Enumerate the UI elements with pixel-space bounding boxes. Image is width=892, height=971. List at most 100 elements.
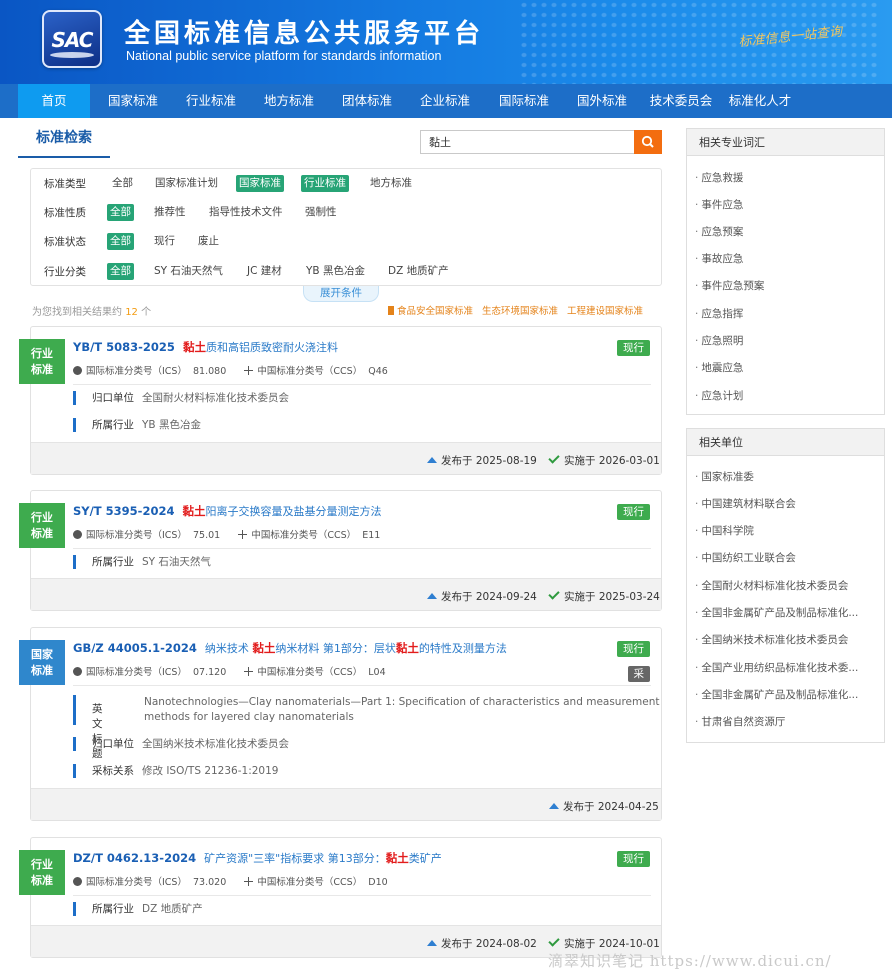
related-term[interactable]: 事件应急 (695, 197, 875, 212)
card-footer: 发布于 2025-08-19 实施于 2026-03-01 (31, 442, 661, 474)
main-nav: 首页 国家标准 行业标准 地方标准 团体标准 企业标准 国际标准 国外标准 技术… (0, 84, 892, 118)
related-term[interactable]: 应急计划 (695, 388, 875, 403)
publish-text: 发布于 2024-08-02 (441, 938, 537, 950)
related-term[interactable]: 地震应急 (695, 360, 875, 375)
filter-option[interactable]: 推荐性 (151, 204, 189, 221)
sac-logo[interactable]: SAC (42, 10, 102, 68)
nav-tech-committee[interactable]: 技术委员会 (642, 84, 720, 118)
filter-option[interactable]: SY 石油天然气 (151, 263, 226, 280)
related-unit[interactable]: 甘肃省自然资源厅 (695, 714, 875, 729)
filter-option-selected[interactable]: 全部 (107, 263, 134, 280)
related-unit[interactable]: 国家标准委 (695, 469, 875, 484)
world-map-decoration (520, 0, 880, 84)
filter-option[interactable]: 地方标准 (367, 175, 415, 192)
related-terms-panel: 相关专业词汇 应急救援 事件应急 应急预案 事故应急 事件应急预案 应急指挥 应… (686, 128, 885, 415)
result-count: 为您找到相关结果约 12 个 (32, 303, 151, 318)
filter-option[interactable]: 指导性技术文件 (206, 204, 286, 221)
related-term[interactable]: 事故应急 (695, 251, 875, 266)
related-term[interactable]: 事件应急预案 (695, 278, 875, 293)
quick-link-env[interactable]: 生态环境国家标准 (482, 303, 558, 317)
implement-text: 实施于 2024-10-01 (564, 938, 660, 950)
status-badge: 现行 (617, 851, 650, 867)
nav-local[interactable]: 地方标准 (252, 84, 326, 118)
standard-type-badge: 国家 标准 (19, 640, 65, 685)
globe-icon (73, 667, 82, 676)
related-term[interactable]: 应急救援 (695, 170, 875, 185)
divider (73, 548, 651, 549)
related-term[interactable]: 应急指挥 (695, 306, 875, 321)
classification-meta: 国际标准分类号（ICS） 75.01 中国标准分类号（CCS） E11 (73, 527, 380, 541)
filter-option[interactable]: JC 建材 (244, 263, 285, 280)
related-unit[interactable]: 中国建筑材料联合会 (695, 496, 875, 511)
filter-option[interactable]: 现行 (151, 233, 178, 250)
ics-label: 国际标准分类号（ICS） (86, 667, 187, 678)
filter-option-selected[interactable]: 全部 (107, 233, 134, 250)
related-unit[interactable]: 全国非金属矿产品及制品标准化... (695, 605, 875, 620)
ccs-label: 中国标准分类号（CCS） (257, 667, 363, 678)
result-number: 12 (125, 307, 138, 318)
expand-filters-button[interactable]: 展开条件 (303, 286, 379, 302)
nav-industry[interactable]: 行业标准 (174, 84, 248, 118)
card-footer: 发布于 2024-09-24 实施于 2025-03-24 (31, 578, 661, 610)
detail-row-owner: 归口单位 全国纳米技术标准化技术委员会 (73, 737, 289, 751)
standard-title-link[interactable]: GB/Z 44005.1-2024 纳米技术 黏土纳米材料 第1部分：层状黏土的… (73, 640, 507, 656)
related-unit[interactable]: 全国非金属矿产品及制品标准化... (695, 687, 875, 702)
search-input[interactable] (420, 130, 634, 154)
detail-key: 归口单位 (92, 392, 134, 404)
detail-key: 所属行业 (92, 556, 134, 568)
filter-option[interactable]: DZ 地质矿产 (385, 263, 452, 280)
related-unit[interactable]: 全国耐火材料标准化技术委员会 (695, 578, 875, 593)
related-unit[interactable]: 全国纳米技术标准化技术委员会 (695, 632, 875, 647)
detail-value: 全国纳米技术标准化技术委员会 (142, 738, 289, 750)
filter-option[interactable]: 强制性 (302, 204, 340, 221)
nav-international[interactable]: 国际标准 (486, 84, 562, 118)
standard-title-link[interactable]: YB/T 5083-2025 黏土质和高铝质致密耐火浇注料 (73, 339, 338, 355)
detail-key: 所属行业 (92, 419, 134, 431)
standard-title-link[interactable]: SY/T 5395-2024 黏土阳离子交换容量及盐基分量测定方法 (73, 503, 381, 519)
ccs-value: E11 (362, 530, 381, 541)
search-button[interactable] (634, 130, 662, 154)
filter-option-selected[interactable]: 全部 (107, 204, 134, 221)
upload-icon (549, 803, 559, 809)
quick-link-label: 食品安全国家标准 (397, 306, 474, 317)
filter-option-selected[interactable]: 行业标准 (301, 175, 349, 192)
related-unit[interactable]: 全国产业用纺织品标准化技术委... (695, 660, 875, 675)
nav-talent[interactable]: 标准化人才 (722, 84, 798, 118)
implement-text: 实施于 2026-03-01 (564, 455, 660, 467)
standard-title-link[interactable]: DZ/T 0462.13-2024 矿产资源"三率"指标要求 第13部分：黏土类… (73, 850, 442, 866)
badge-line: 标准 (31, 874, 53, 887)
filter-label: 标准性质 (44, 207, 86, 219)
related-unit[interactable]: 中国科学院 (695, 523, 875, 538)
site-subtitle: National public service platform for sta… (126, 49, 442, 63)
classification-meta: 国际标准分类号（ICS） 73.020 中国标准分类号（CCS） D10 (73, 874, 388, 888)
filter-option[interactable]: 全部 (109, 175, 136, 192)
result-prefix: 为您找到相关结果约 (32, 307, 122, 318)
filter-option[interactable]: 国家标准计划 (152, 175, 221, 192)
nav-home[interactable]: 首页 (18, 84, 90, 118)
related-unit[interactable]: 中国纺织工业联合会 (695, 550, 875, 565)
badge-line: 标准 (31, 527, 53, 540)
detail-key: 采标关系 (92, 765, 134, 777)
ccs-label: 中国标准分类号（CCS） (251, 530, 357, 541)
filter-option[interactable]: 废止 (195, 233, 222, 250)
filter-option-selected[interactable]: 国家标准 (236, 175, 284, 192)
publish-date: 发布于 2024-08-02 (427, 936, 537, 951)
detail-value: 修改 ISO/TS 21236-1:2019 (142, 765, 279, 777)
filter-label: 标准类型 (44, 178, 86, 190)
filter-label: 标准状态 (44, 236, 86, 248)
standard-search-tab[interactable]: 标准检索 (18, 128, 110, 158)
related-term[interactable]: 应急照明 (695, 333, 875, 348)
quick-link-construction[interactable]: 工程建设国家标准 (567, 303, 643, 317)
filter-option[interactable]: YB 黑色冶金 (303, 263, 368, 280)
result-suffix: 个 (141, 307, 152, 318)
quick-link-food[interactable]: 食品安全国家标准 (388, 303, 473, 317)
related-term[interactable]: 应急预案 (695, 224, 875, 239)
standard-code: YB/T 5083-2025 (73, 340, 175, 354)
ccs-value: Q46 (368, 366, 388, 377)
nav-national[interactable]: 国家标准 (96, 84, 170, 118)
nav-group[interactable]: 团体标准 (330, 84, 404, 118)
logo-swoosh (50, 52, 94, 58)
nav-enterprise[interactable]: 企业标准 (408, 84, 482, 118)
badge-line: 国家 (31, 648, 53, 661)
nav-foreign[interactable]: 国外标准 (564, 84, 640, 118)
